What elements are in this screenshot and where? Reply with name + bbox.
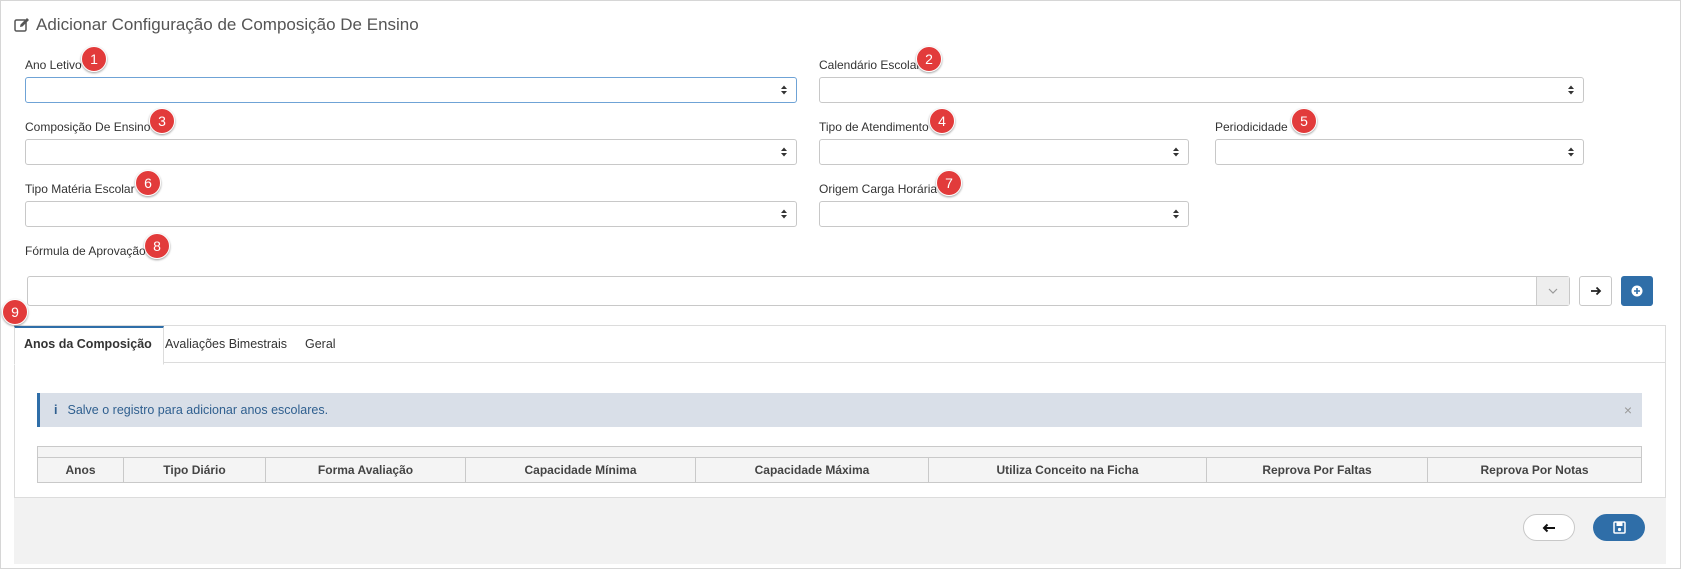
tipo-atendimento-select[interactable] xyxy=(819,139,1189,165)
callout-badge-6: 6 xyxy=(135,170,161,196)
tipo-materia-escolar-select[interactable] xyxy=(25,201,797,227)
add-formula-button[interactable] xyxy=(1621,276,1653,306)
table-toolbar xyxy=(38,447,1641,458)
formula-aprovacao-label: Fórmula de Aprovação xyxy=(25,244,146,258)
tab-avaliacoes-bimestrais[interactable]: Avaliações Bimestrais xyxy=(156,326,296,362)
formula-aprovacao-select[interactable] xyxy=(27,276,1570,306)
form-footer xyxy=(14,498,1666,564)
callout-badge-8: 8 xyxy=(144,233,170,259)
tipo-atendimento-label: Tipo de Atendimento xyxy=(819,120,929,134)
tab-bar: Anos da Composição Avaliações Bimestrais… xyxy=(14,326,1665,365)
tab-anos-composicao[interactable]: Anos da Composição xyxy=(14,326,164,365)
tipo-materia-escolar-label: Tipo Matéria Escolar xyxy=(25,182,135,196)
origem-carga-horaria-label: Origem Carga Horária xyxy=(819,182,938,196)
tab-geral[interactable]: Geral xyxy=(296,326,345,362)
callout-badge-1: 1 xyxy=(81,46,107,72)
ano-letivo-select[interactable] xyxy=(25,77,797,103)
composition-tab-panel: Anos da Composição Avaliações Bimestrais… xyxy=(14,325,1666,498)
periodicidade-select[interactable] xyxy=(1215,139,1584,165)
page-title: Adicionar Configuração de Composição De … xyxy=(36,15,419,34)
callout-badge-7: 7 xyxy=(936,170,962,196)
ano-letivo-label: Ano Letivo xyxy=(25,58,82,72)
sort-arrows-icon xyxy=(1568,147,1574,157)
callout-badge-2: 2 xyxy=(916,46,942,72)
formula-dropdown-toggle[interactable] xyxy=(1536,277,1569,305)
info-icon: i xyxy=(54,403,58,417)
page-frame: Adicionar Configuração de Composição De … xyxy=(0,0,1681,569)
sort-arrows-icon xyxy=(1173,209,1179,219)
sort-arrows-icon xyxy=(781,147,787,157)
column-header-capacidade-maxima[interactable]: Capacidade Máxima xyxy=(696,458,929,482)
save-button[interactable] xyxy=(1593,514,1645,541)
sort-arrows-icon xyxy=(781,209,787,219)
column-header-anos[interactable]: Anos xyxy=(38,458,124,482)
sort-arrows-icon xyxy=(1173,147,1179,157)
info-alert: i Salve o registro para adicionar anos e… xyxy=(37,393,1642,427)
close-icon[interactable]: × xyxy=(1624,402,1632,418)
go-formula-button[interactable] xyxy=(1579,276,1612,306)
callout-badge-5: 5 xyxy=(1291,108,1317,134)
calendario-escolar-select[interactable] xyxy=(819,77,1584,103)
column-header-utiliza-conceito[interactable]: Utiliza Conceito na Ficha xyxy=(929,458,1207,482)
save-icon xyxy=(1612,521,1626,534)
periodicidade-label: Periodicidade xyxy=(1215,120,1288,134)
callout-badge-4: 4 xyxy=(929,108,955,134)
callout-badge-3: 3 xyxy=(149,108,175,134)
column-header-forma-avaliacao[interactable]: Forma Avaliação xyxy=(266,458,466,482)
composicao-ensino-select[interactable] xyxy=(25,139,797,165)
edit-icon xyxy=(14,18,29,32)
alert-message: Salve o registro para adicionar anos esc… xyxy=(67,403,329,417)
column-header-reprova-faltas[interactable]: Reprova Por Faltas xyxy=(1207,458,1428,482)
arrow-left-icon xyxy=(1542,523,1555,532)
composicao-ensino-label: Composição De Ensino xyxy=(25,120,151,134)
sort-arrows-icon xyxy=(781,85,787,95)
table-header-row: Anos Tipo Diário Forma Avaliação Capacid… xyxy=(38,458,1641,482)
sort-arrows-icon xyxy=(1568,85,1574,95)
origem-carga-horaria-select[interactable] xyxy=(819,201,1189,227)
chevron-down-icon xyxy=(1548,288,1558,294)
callout-badge-9: 9 xyxy=(2,299,28,325)
column-header-tipo-diario[interactable]: Tipo Diário xyxy=(124,458,266,482)
column-header-capacidade-minima[interactable]: Capacidade Mínima xyxy=(466,458,696,482)
page-title-bar: Adicionar Configuração de Composição De … xyxy=(14,15,419,35)
column-header-reprova-notas[interactable]: Reprova Por Notas xyxy=(1428,458,1641,482)
back-button[interactable] xyxy=(1523,514,1575,541)
arrow-right-icon xyxy=(1590,286,1601,296)
anos-table: Anos Tipo Diário Forma Avaliação Capacid… xyxy=(37,446,1642,483)
calendario-escolar-label: Calendário Escolar xyxy=(819,58,921,72)
plus-circle-icon xyxy=(1631,285,1643,297)
